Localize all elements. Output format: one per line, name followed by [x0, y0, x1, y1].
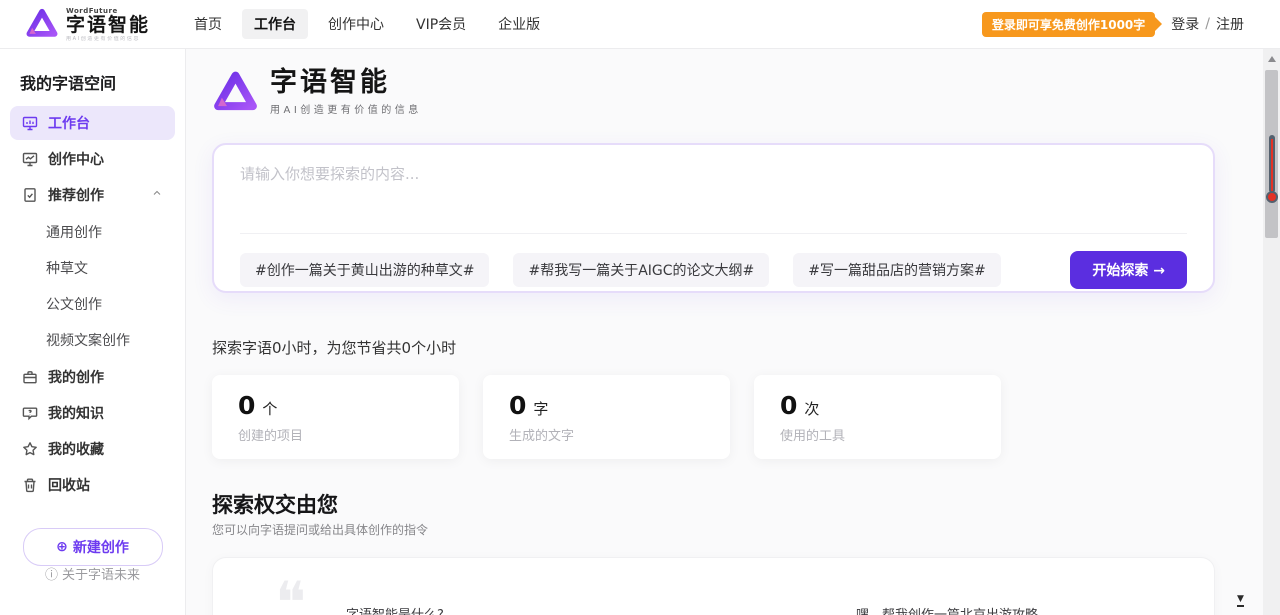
sidebar-item-creation-center[interactable]: 创作中心	[10, 142, 175, 176]
suggestion-chip-huangshan[interactable]: #创作一篇关于黄山出游的种草文#	[240, 253, 489, 287]
stat-card-words: 0 字 生成的文字	[483, 375, 730, 459]
sidebar-item-label: 推荐创作	[48, 185, 104, 205]
vertical-scrollbar[interactable]	[1263, 49, 1280, 615]
explore-section-subtitle: 您可以向字语提问或给出具体创作的指令	[212, 521, 428, 538]
sidebar-item-my-creations[interactable]: 我的创作	[10, 360, 175, 394]
hero-brand-name: 字语智能	[270, 68, 422, 98]
example-question: 字语智能是什么?	[346, 604, 444, 615]
stat-label: 生成的文字	[509, 425, 704, 444]
hero-brand: 字语智能 用AI创造更有价值的信息	[212, 68, 422, 116]
stat-label: 使用的工具	[780, 425, 975, 444]
stat-value: 0	[780, 391, 797, 420]
scroll-down-indicator-icon[interactable]: ▼	[1237, 595, 1244, 607]
triangle-logo-icon	[25, 7, 59, 41]
quote-icon: ❝	[275, 574, 306, 615]
header-right: 登录即可享免费创作1000字 登录 / 注册	[982, 12, 1244, 37]
start-explore-button[interactable]: 开始探索 →	[1070, 251, 1187, 289]
sidebar-item-label: 我的收藏	[48, 439, 104, 459]
stat-label: 创建的项目	[238, 425, 433, 444]
auth-links: 登录 / 注册	[1171, 14, 1244, 34]
auth-separator: /	[1205, 16, 1210, 32]
about-link[interactable]: ⓘ 关于字语未来	[0, 564, 185, 583]
brand-name: 字语智能	[66, 15, 150, 36]
new-creation-button[interactable]: ⊕ 新建创作	[23, 528, 163, 566]
login-promo-badge[interactable]: 登录即可享免费创作1000字	[982, 12, 1155, 37]
sidebar: 我的字语空间 工作台 创作中心 推荐创作 通用创作 种草文 公文创作 视频文案创…	[0, 49, 186, 615]
stat-value: 0	[509, 391, 526, 420]
chart-monitor-icon	[22, 151, 38, 167]
sidebar-subitem-seeding[interactable]: 种草文	[0, 250, 185, 286]
sidebar-title: 我的字语空间	[20, 70, 185, 94]
chevron-up-icon[interactable]	[151, 187, 163, 203]
stat-unit: 字	[533, 398, 548, 419]
suggestion-chips-row: #创作一篇关于黄山出游的种草文# #帮我写一篇关于AIGC的论文大纲# #写一篇…	[240, 251, 1187, 289]
brand-microtagline: 用AI创造更有价值的信息	[66, 36, 150, 42]
new-creation-label: 新建创作	[73, 537, 129, 557]
nav-creation-center[interactable]: 创作中心	[316, 9, 396, 39]
search-panel: #创作一篇关于黄山出游的种草文# #帮我写一篇关于AIGC的论文大纲# #写一篇…	[212, 143, 1215, 293]
question-bubble-icon	[22, 405, 38, 421]
stat-unit: 个	[262, 398, 277, 419]
nav-enterprise[interactable]: 企业版	[486, 9, 552, 39]
stats-cards: 0 个 创建的项目 0 字 生成的文字 0 次 使用的工具	[212, 375, 1001, 459]
sidebar-item-workbench[interactable]: 工作台	[10, 106, 175, 140]
search-input[interactable]	[240, 163, 1187, 225]
sidebar-item-my-knowledge[interactable]: 我的知识	[10, 396, 175, 430]
briefcase-icon	[22, 369, 38, 385]
scrollbar-up-arrow-icon[interactable]	[1263, 52, 1280, 66]
hero-brand-tagline: 用AI创造更有价值的信息	[270, 101, 422, 116]
sidebar-item-label: 回收站	[48, 475, 90, 495]
brand-logo[interactable]: WordFuture 字语智能 用AI创造更有价值的信息	[25, 7, 150, 42]
nav-home[interactable]: 首页	[182, 9, 234, 39]
nav-workbench[interactable]: 工作台	[242, 9, 308, 39]
stat-card-projects: 0 个 创建的项目	[212, 375, 459, 459]
sidebar-item-label: 我的创作	[48, 367, 104, 387]
example-quote-card: ❝ 字语智能是什么? 嘿，帮我创作一篇北京出游攻略	[212, 557, 1215, 615]
sidebar-item-my-favorites[interactable]: 我的收藏	[10, 432, 175, 466]
plus-circle-icon: ⊕	[56, 539, 68, 555]
suggestion-chip-aigc[interactable]: #帮我写一篇关于AIGC的论文大纲#	[513, 253, 769, 287]
trash-icon	[22, 477, 38, 493]
suggestion-chip-dessert[interactable]: #写一篇甜品店的营销方案#	[793, 253, 1000, 287]
nav-vip[interactable]: VIP会员	[404, 9, 478, 39]
stats-summary: 探索字语0小时，为您节省共0个小时	[212, 337, 456, 358]
thermometer-icon	[1266, 135, 1277, 203]
stat-unit: 次	[804, 398, 819, 419]
top-header: WordFuture 字语智能 用AI创造更有价值的信息 首页 工作台 创作中心…	[0, 0, 1280, 49]
example-instruction: 嘿，帮我创作一篇北京出游攻略	[856, 604, 1038, 615]
register-link[interactable]: 注册	[1216, 14, 1244, 34]
sidebar-item-recycle-bin[interactable]: 回收站	[10, 468, 175, 502]
dashboard-monitor-icon	[22, 115, 38, 131]
stat-card-tools: 0 次 使用的工具	[754, 375, 1001, 459]
login-link[interactable]: 登录	[1171, 14, 1199, 34]
sidebar-item-recommended[interactable]: 推荐创作	[10, 178, 175, 212]
triangle-logo-icon	[212, 69, 259, 116]
explore-section-title: 探索权交由您	[212, 489, 338, 519]
sidebar-item-label: 工作台	[48, 113, 90, 133]
about-label: 关于字语未来	[62, 564, 140, 583]
sidebar-subitem-general[interactable]: 通用创作	[0, 214, 185, 250]
star-icon	[22, 441, 38, 457]
sidebar-subitem-official[interactable]: 公文创作	[0, 286, 185, 322]
info-icon: ⓘ	[45, 564, 58, 583]
stat-value: 0	[238, 391, 255, 420]
document-check-icon	[22, 187, 38, 203]
main-content: 字语智能 用AI创造更有价值的信息 #创作一篇关于黄山出游的种草文# #帮我写一…	[186, 49, 1263, 615]
panel-divider	[240, 233, 1187, 234]
main-nav: 首页 工作台 创作中心 VIP会员 企业版	[182, 9, 552, 39]
sidebar-item-label: 创作中心	[48, 149, 104, 169]
sidebar-item-label: 我的知识	[48, 403, 104, 423]
sidebar-subitem-video-copy[interactable]: 视频文案创作	[0, 322, 185, 358]
